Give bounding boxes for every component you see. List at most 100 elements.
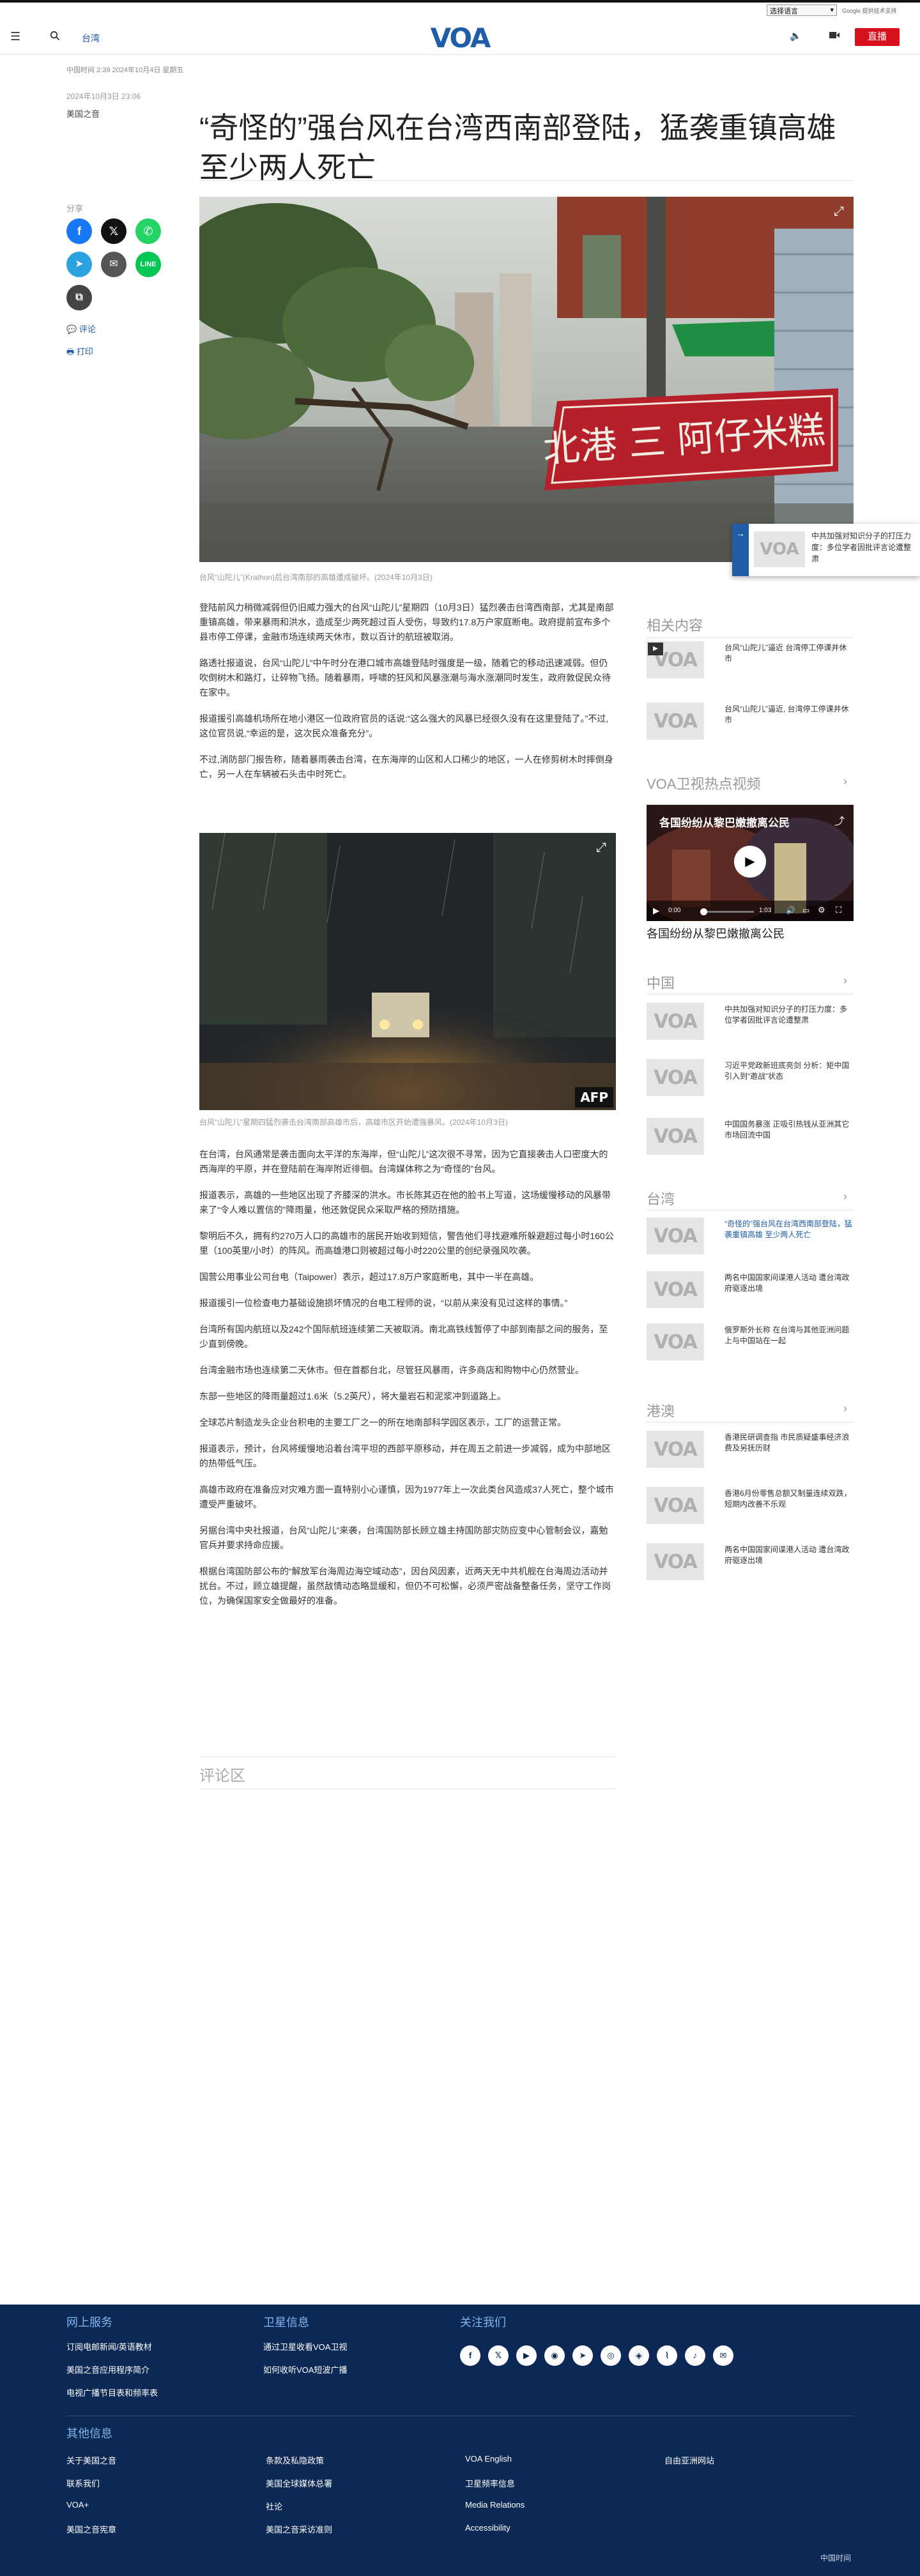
paragraph: 路透社报道说，台风“山陀儿”中午时分在港口城市高雄登陆时强度是一级，随着它的移动… — [199, 658, 611, 697]
author[interactable]: 美国之音 — [66, 107, 100, 119]
video-player[interactable]: 各国纷纷从黎巴嫩撤离公民 ⤴ ▶ ▶ 0:00 1:03 🔊 ▭ ⚙ ⛶ — [647, 805, 854, 921]
voa-thumb-logo: VOA — [654, 1278, 698, 1301]
item-title: 习近平党政新班底亮剑 分析：矩中国引入到“邀战”状态 — [724, 1061, 850, 1081]
whatsapp-share-icon[interactable]: ✆ — [135, 218, 161, 244]
china-item[interactable]: VOA 中国国务暴涨 正吸引热钱从亚洲其它市场回流中国 — [647, 1118, 854, 1155]
instagram-icon[interactable]: ◎ — [601, 2345, 621, 2366]
footer-link[interactable]: 美国之音宪章 — [66, 2523, 116, 2535]
chevron-right-icon[interactable]: › — [843, 974, 847, 987]
youtube-icon[interactable]: ▶ — [516, 2345, 537, 2366]
footer-link[interactable]: 订阅电邮新闻/英语教材 — [66, 2340, 152, 2352]
article-photo: ⤢ AFP — [199, 833, 616, 1110]
google-translate-credit[interactable]: Google 提供技术支持 — [842, 6, 897, 15]
share-icon[interactable]: ⤴ — [834, 812, 845, 828]
telegram-share-icon[interactable]: ➤ — [66, 252, 92, 277]
footer-link[interactable]: VOA English — [465, 2454, 512, 2464]
facebook-share-icon[interactable]: f — [66, 218, 92, 244]
x-icon[interactable]: 𝕏 — [488, 2345, 509, 2366]
podcast-icon[interactable]: ◈ — [629, 2345, 649, 2366]
email-icon[interactable]: ✉ — [713, 2345, 733, 2366]
related-item[interactable]: VOA 台风“山陀儿”逼近, 台湾停工停课并休市 — [647, 703, 854, 740]
paragraph: 东部一些地区的降雨量超过1.6米（5.2英尺），将大量岩石和泥浆冲到道路上。 — [199, 1391, 506, 1401]
menu-icon[interactable]: ☰ — [10, 31, 20, 42]
hongkong-item[interactable]: VOA 两名中国国家间谍港人活动 遭台湾政府驱逐出境 — [647, 1543, 854, 1580]
hongkong-item[interactable]: VOA 香港6月份零售总额又制量连续双跌，短期内改善不乐观 — [647, 1487, 854, 1524]
footer-link[interactable]: Accessibility — [465, 2523, 510, 2533]
x-share-icon[interactable]: 𝕏 — [101, 218, 126, 244]
taiwan-item[interactable]: VOA 俄罗斯外长称 在台湾与其他亚洲问题上与中国站在一起 — [647, 1323, 854, 1360]
taiwan-heading[interactable]: 台湾 — [647, 1188, 675, 1208]
chevron-right-icon[interactable]: › — [843, 1190, 847, 1203]
expand-icon[interactable]: ⤢ — [831, 203, 847, 220]
footer-link[interactable]: 电视广播节目表和频率表 — [66, 2386, 158, 2398]
footer-link[interactable]: Media Relations — [465, 2500, 525, 2510]
progress-knob[interactable] — [700, 908, 707, 915]
popup-text: 中共加强对知识分子的打压力度：多位学者因批评言论遭整肃 — [811, 531, 912, 563]
captions-icon[interactable]: ▭ — [802, 906, 809, 915]
print-link[interactable]: 🖶 打印 — [66, 345, 93, 360]
footer-link[interactable]: VOA+ — [66, 2500, 89, 2510]
paragraph: 全球芯片制造龙头企业台积电的主要工厂之一的所在地南部科学园区表示，工厂的运营正常… — [199, 1417, 566, 1428]
fullscreen-icon[interactable]: ⛶ — [836, 905, 841, 915]
footer-link[interactable]: 联系我们 — [66, 2477, 100, 2489]
header-section-link[interactable]: 台湾 — [82, 32, 100, 45]
footer-link[interactable]: 卫星频率信息 — [465, 2477, 515, 2489]
comments-link[interactable]: 💬 评论 — [66, 323, 96, 335]
taiwan-item[interactable]: VOA “奇怪的”强台风在台湾西南部登陆，猛袭重镇高雄 至少两人死亡 — [647, 1217, 854, 1254]
language-select-value: 选择语言 — [770, 8, 798, 15]
title-divider — [199, 180, 854, 181]
footer-link[interactable]: 美国全球媒体总署 — [266, 2477, 332, 2489]
video-badge-icon: ▶ — [648, 643, 663, 655]
footer-link[interactable]: 美国之音采访准则 — [266, 2523, 332, 2535]
related-item[interactable]: VOA ▶ 台风“山陀儿”逼近 台湾停工停课并休市 — [647, 641, 854, 678]
chevron-right-icon[interactable]: › — [843, 775, 847, 788]
volume-icon[interactable]: 🔊 — [786, 906, 795, 915]
facebook-icon[interactable]: f — [460, 2345, 480, 2366]
email-share-icon[interactable]: ✉ — [101, 252, 126, 277]
photo-credit: AFP — [575, 1087, 613, 1108]
footer-link[interactable]: 如何收听VOA短波广播 — [263, 2363, 347, 2375]
chevron-right-icon[interactable]: › — [843, 1402, 847, 1415]
taiwan-item[interactable]: VOA 两名中国国家间谍港人活动 遭台湾政府驱逐出境 — [647, 1271, 854, 1308]
telegram-icon[interactable]: ➤ — [572, 2345, 593, 2366]
expand-icon[interactable]: ⤢ — [593, 839, 610, 856]
item-title: 中国国务暴涨 正吸引热钱从亚洲其它市场回流中国 — [724, 1120, 850, 1139]
video-caption[interactable]: 各国纷纷从黎巴嫩撤离公民 — [647, 925, 785, 941]
hero-image: 北港 三 阿仔米糕 ⤢ — [199, 197, 854, 562]
item-title: 两名中国国家间谍港人活动 遭台湾政府驱逐出境 — [724, 1545, 850, 1565]
language-select[interactable]: 选择语言 ▾ — [767, 4, 837, 16]
live-button[interactable]: 直播 — [855, 28, 900, 46]
next-article-popup[interactable]: → VOA 中共加强对知识分子的打压力度：多位学者因批评言论遭整肃 — [732, 524, 920, 576]
line-share-icon[interactable]: LINE — [135, 252, 161, 277]
footer-link[interactable]: 美国之音应用程序简介 — [66, 2363, 150, 2375]
music-icon[interactable]: ♪ — [685, 2345, 705, 2366]
related-heading: 相关内容 — [647, 618, 703, 634]
item-title: 香港民研调查指 市民质疑盛事经济浪费及另抚历财 — [724, 1433, 850, 1452]
voa-logo[interactable]: VOA — [427, 22, 493, 54]
footer-link[interactable]: 社论 — [266, 2500, 282, 2512]
item-title: 中共加强对知识分子的打压力度：多位学者因批评言论遭整肃 — [724, 1005, 848, 1025]
video-camera-icon[interactable] — [829, 31, 839, 41]
footer-link[interactable]: 通过卫星收看VOA卫视 — [263, 2340, 347, 2352]
rss-icon[interactable]: ⌇ — [657, 2345, 677, 2366]
weibo-icon[interactable]: ◉ — [544, 2345, 565, 2366]
footer-link[interactable]: 条款及私隐政策 — [266, 2454, 324, 2466]
hongkong-item[interactable]: VOA 香港民研调查指 市民质疑盛事经济浪费及另抚历财 — [647, 1431, 854, 1468]
item-thumbnail: VOA — [647, 703, 704, 740]
footer-link[interactable]: 关于美国之音 — [66, 2454, 116, 2466]
copy-link-icon[interactable]: ⧉ — [66, 285, 92, 310]
china-item[interactable]: VOA 习近平党政新班底亮剑 分析：矩中国引入到“邀战”状态 — [647, 1059, 854, 1096]
settings-gear-icon[interactable]: ⚙ — [818, 905, 825, 915]
search-icon[interactable] — [50, 31, 60, 43]
play-small-icon[interactable]: ▶ — [653, 906, 659, 916]
china-heading[interactable]: 中国 — [647, 972, 675, 993]
hero-caption: 台风“山陀儿”(Krathon)后台湾南部的高雄遭成破坏。(2024年10月3日… — [199, 573, 433, 582]
progress-track[interactable] — [700, 908, 754, 915]
play-icon[interactable]: ▶ — [734, 846, 766, 878]
videos-heading[interactable]: VOA卫视热点视频 — [647, 773, 760, 793]
footer-link[interactable]: 自由亚洲网站 — [664, 2454, 714, 2466]
audio-icon[interactable]: 🔈 — [790, 31, 802, 41]
hongkong-heading[interactable]: 港澳 — [647, 1400, 675, 1421]
comment-icon: 💬 — [66, 324, 77, 334]
china-item[interactable]: VOA 中共加强对知识分子的打压力度：多位学者因批评言论遭整肃 — [647, 1003, 854, 1040]
